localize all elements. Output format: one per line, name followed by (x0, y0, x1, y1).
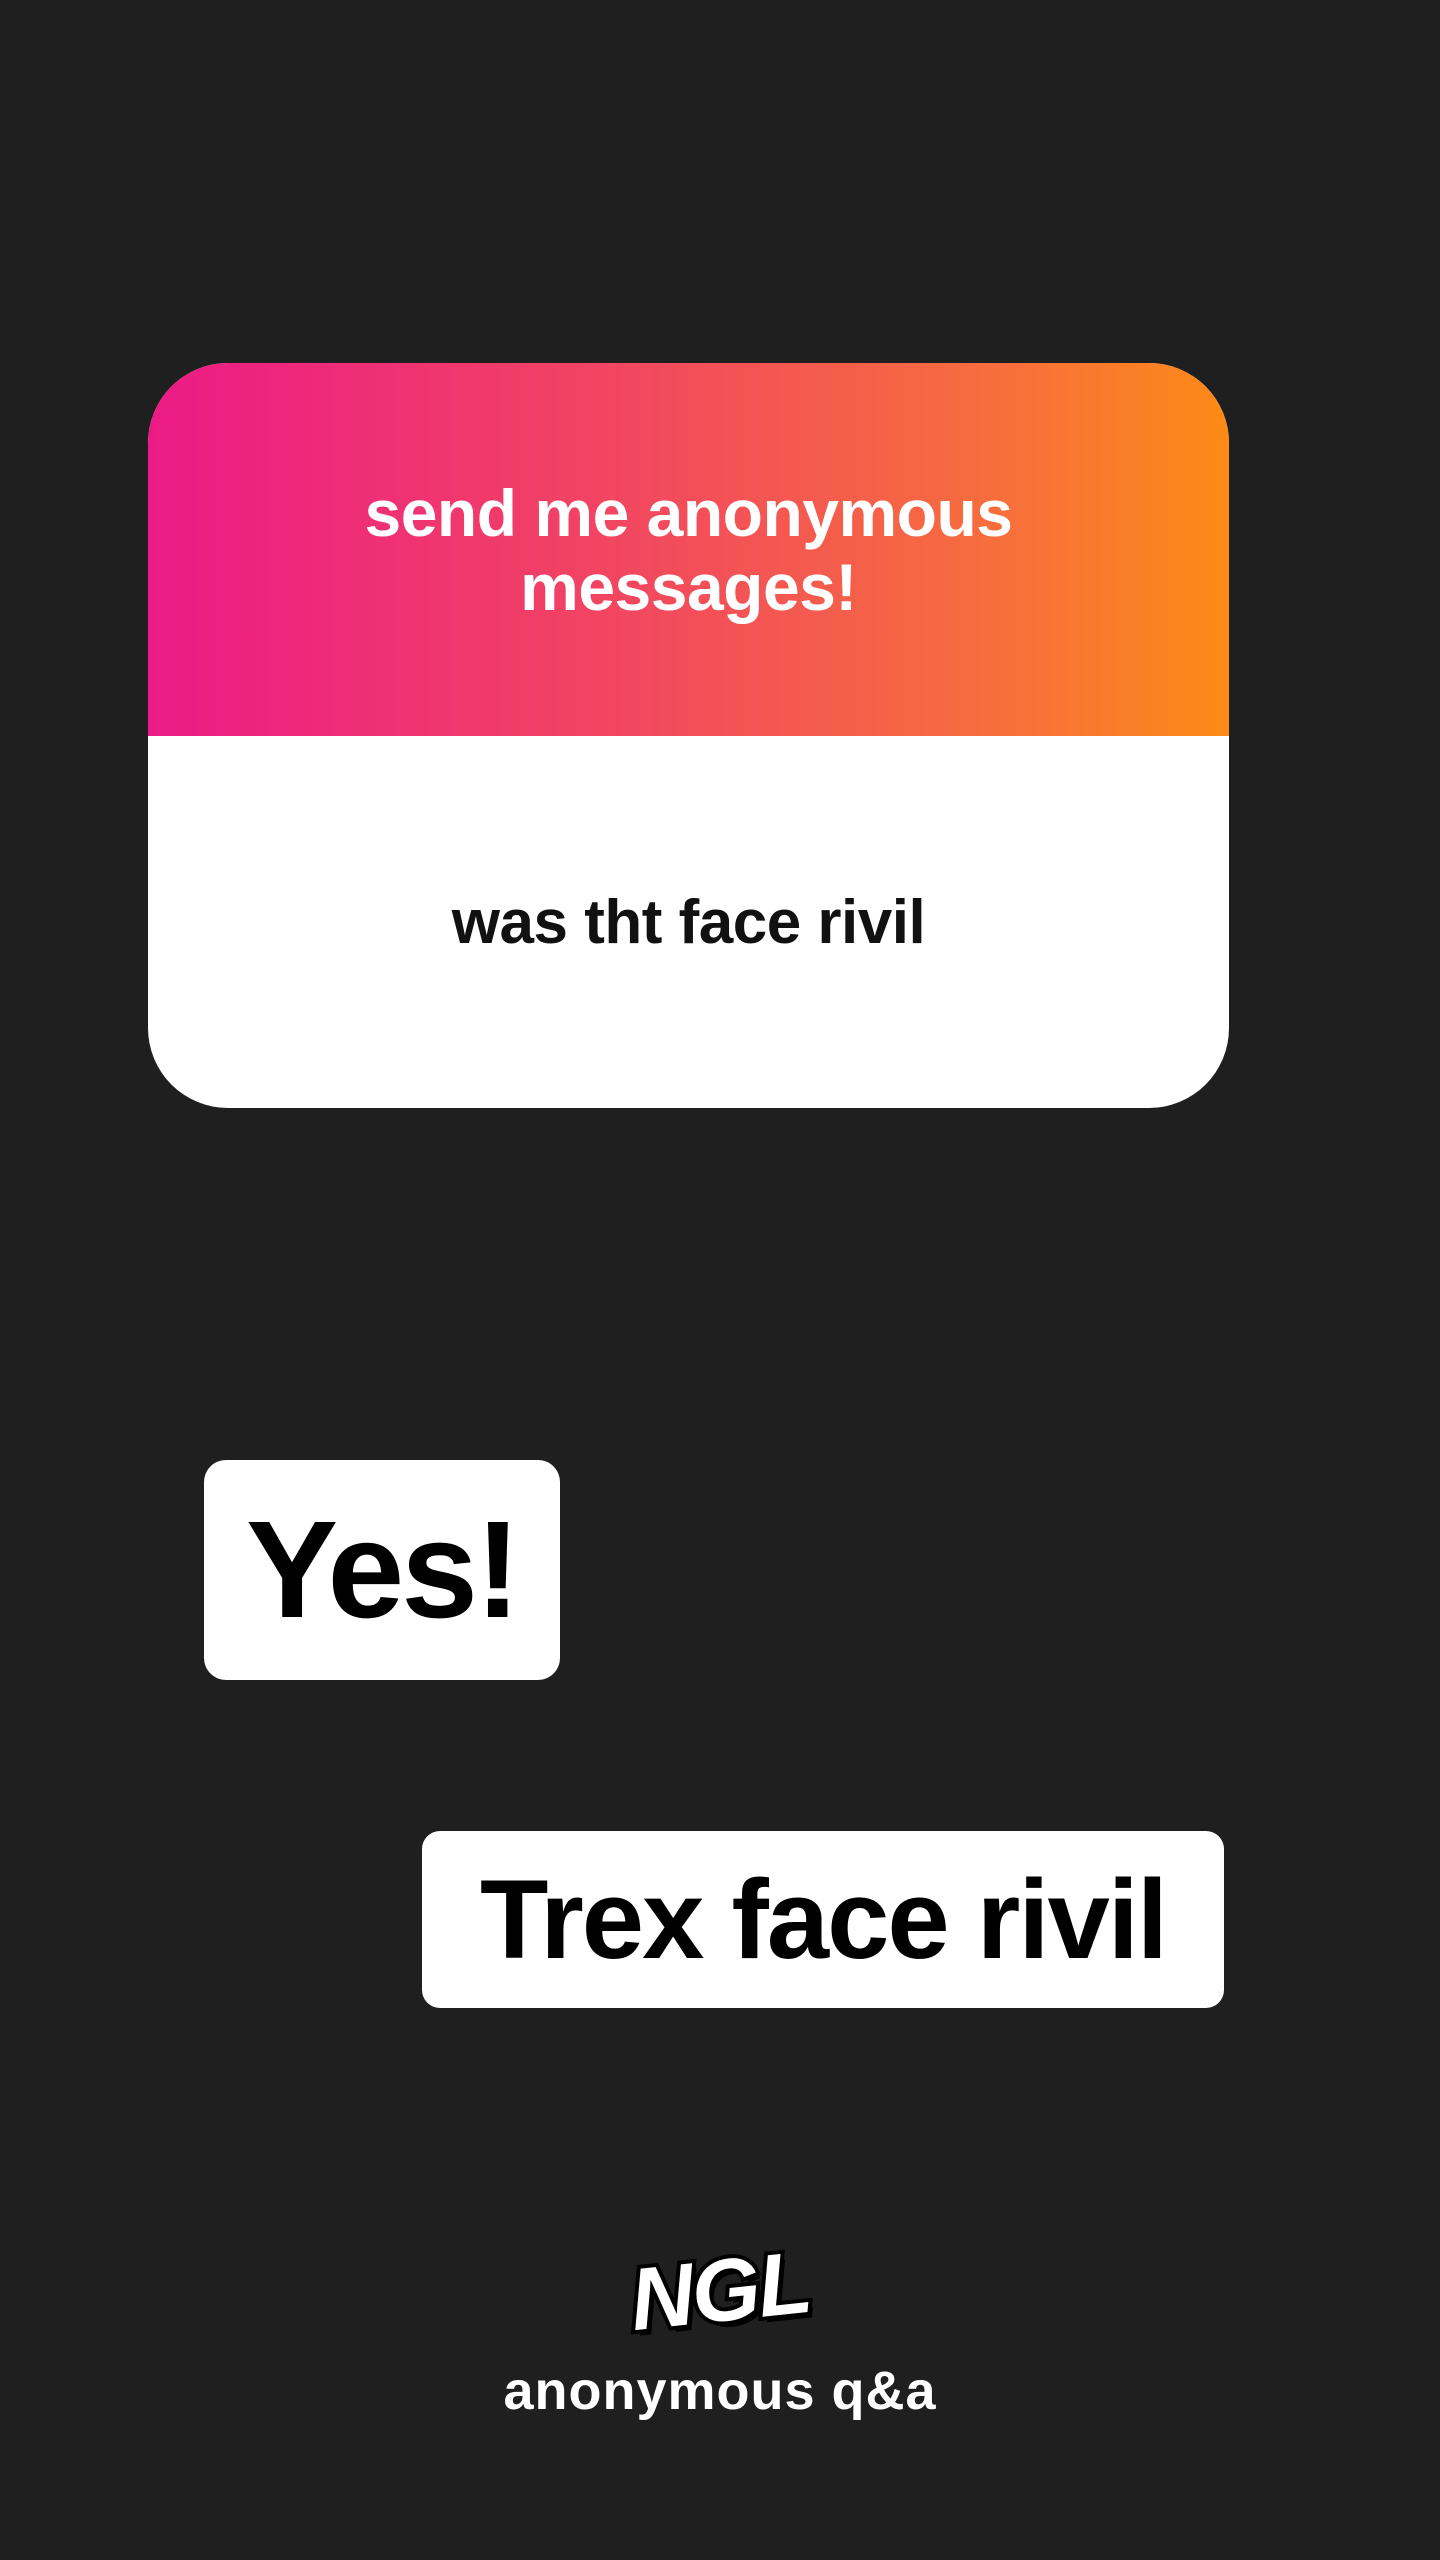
anonymous-message: was tht face rivil (451, 887, 926, 957)
branding-footer: NGL anonymous q&a (0, 2228, 1440, 2422)
question-prompt: send me anonymous messages! (364, 475, 1014, 624)
ngl-logo-text: NGL (621, 2228, 818, 2353)
ngl-logo: NGL (621, 2228, 818, 2353)
branding-tagline: anonymous q&a (503, 2361, 937, 2421)
question-card-body: was tht face rivil (148, 736, 1229, 1108)
question-card: send me anonymous messages! was tht face… (148, 363, 1229, 1108)
question-card-header: send me anonymous messages! (148, 363, 1229, 736)
reply-text-sticker[interactable]: Trex face rivil (422, 1831, 1224, 2008)
yes-text-sticker[interactable]: Yes! (204, 1460, 560, 1680)
